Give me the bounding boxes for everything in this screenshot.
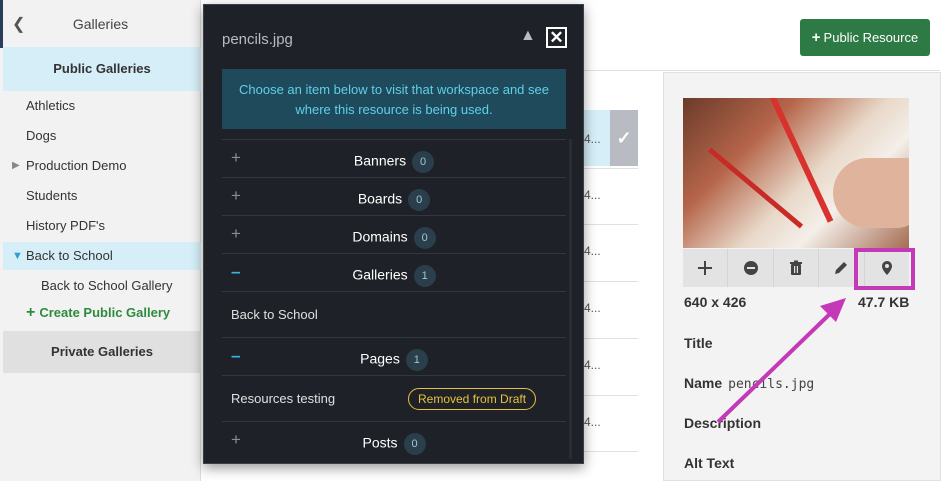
category-label: Pages 1 [222,349,566,371]
usage-entry-resources-testing[interactable]: Resources testing Removed from Draft [222,375,566,421]
create-gallery-label: Create Public Gallery [39,305,171,320]
list-item-truncated: 4... [584,132,601,146]
usage-category-list: + Banners 0 + Boards 0 + Domains 0 – Galler… [222,139,566,463]
modal-scrollbar[interactable] [569,139,572,459]
sidebar-item-back-to-school[interactable]: ▼ Back to School [3,242,201,270]
plus-icon: + [26,304,36,321]
list-divider [580,224,638,225]
plus-icon[interactable] [683,249,729,287]
sidebar-item-dogs[interactable]: Dogs [3,122,201,150]
category-name: Pages [360,350,400,367]
thumbnail-detail [833,158,909,228]
caret-right-icon[interactable]: ▶ [12,152,20,180]
check-icon[interactable]: ✓ [610,110,638,166]
thumbnail-detail [707,147,804,229]
count-badge: 0 [412,151,435,173]
list-divider [580,338,638,339]
sidebar-item-production-demo[interactable]: ▶ Production Demo [3,152,201,180]
plus-icon: + [811,29,821,46]
category-galleries[interactable]: – Galleries 1 [222,253,566,291]
usage-entry-name: Resources testing [231,391,336,406]
count-badge: 0 [408,189,431,211]
usage-entry-name: Back to School [231,307,318,322]
sidebar-header: ❮ Galleries [0,0,201,48]
resource-thumbnail[interactable] [683,98,909,248]
category-name: Domains [352,228,408,245]
sidebar-item-history-pdfs[interactable]: History PDF's [3,212,201,240]
sidebar-item-students[interactable]: Students [3,182,201,210]
name-field: Name pencils.jpg [684,375,814,392]
usage-entry-back-to-school[interactable]: Back to School [222,291,566,337]
list-item-truncated: 4... [584,188,601,202]
list-item-truncated: 4... [584,301,601,315]
category-label: Domains 0 [222,227,566,249]
sidebar-item-label: Production Demo [26,158,127,173]
sidebar-item-label: History PDF's [26,218,106,233]
sidebar-item-label: Athletics [26,98,76,113]
list-item-truncated: 4... [584,415,601,429]
category-label: Banners 0 [222,151,566,173]
category-banners[interactable]: + Banners 0 [222,139,566,177]
caret-down-icon[interactable]: ▼ [12,242,23,270]
chevron-up-icon[interactable]: ▲ [520,27,536,45]
count-badge: 1 [413,265,436,287]
sidebar-item-back-to-school-gallery[interactable]: Back to School Gallery [3,272,201,300]
sidebar-title: Galleries [72,16,129,32]
sidebar-item-label: Back to School Gallery [41,278,173,293]
category-label: Galleries 1 [222,265,566,287]
category-name: Boards [357,190,403,207]
status-badge: Removed from Draft [408,388,537,410]
list-divider [580,168,638,169]
app-root: ❮ Galleries Public Galleries Athletics D… [0,0,951,481]
public-resource-label: Public Resource [823,30,919,45]
category-boards[interactable]: + Boards 0 [222,177,566,215]
image-dimensions: 640 x 426 [684,294,747,310]
title-field-label: Title [684,335,713,351]
category-name: Posts [362,434,398,451]
minus-circle-icon[interactable] [728,249,774,287]
sidebar-item-label: Dogs [26,128,57,143]
create-public-gallery-link[interactable]: + Create Public Gallery [26,304,170,322]
private-galleries-section[interactable]: Private Galleries [3,331,201,373]
count-badge: 1 [405,349,428,371]
usage-button-highlight [854,248,915,290]
galleries-sidebar: ❮ Galleries Public Galleries Athletics D… [0,0,201,481]
list-divider [580,395,638,396]
sidebar-item-athletics[interactable]: Athletics [3,92,201,120]
list-divider [580,451,638,452]
resource-usage-modal: pencils.jpg ▲ ✕ Choose an item below to … [203,4,584,464]
category-posts[interactable]: + Posts 0 [222,421,566,459]
category-label: Posts 0 [222,433,566,455]
list-item-truncated: 4... [584,358,601,372]
category-domains[interactable]: + Domains 0 [222,215,566,253]
count-badge: 0 [413,227,436,249]
list-divider [580,281,638,282]
sidebar-item-label: Students [26,188,78,203]
category-pages[interactable]: – Pages 1 [222,337,566,375]
name-field-value[interactable]: pencils.jpg [728,377,814,392]
description-field-label: Description [684,415,762,431]
category-name: Banners [353,152,407,169]
header-divider [580,70,940,71]
list-item-truncated: 4... [584,244,601,258]
modal-info-banner: Choose an item below to visit that works… [222,69,566,129]
category-label: Boards 0 [222,189,566,211]
category-name: Galleries [352,266,408,283]
name-field-label: Name [684,375,723,391]
file-size: 47.7 KB [858,294,910,310]
add-public-resource-button[interactable]: + Public Resource [800,19,930,56]
close-icon[interactable]: ✕ [546,27,567,48]
count-badge: 0 [403,433,426,455]
modal-title: pencils.jpg [222,31,293,48]
trash-icon[interactable] [774,249,820,287]
alt-text-field-label: Alt Text [684,455,735,471]
sidebar-item-label: Back to School [26,248,113,263]
public-galleries-section[interactable]: Public Galleries [3,47,201,91]
